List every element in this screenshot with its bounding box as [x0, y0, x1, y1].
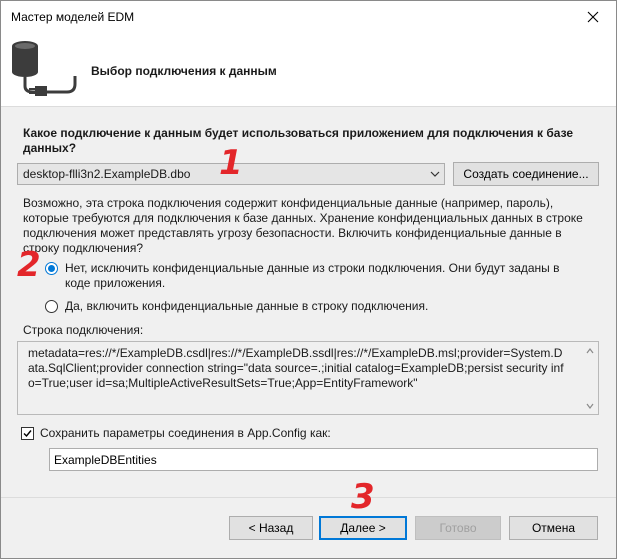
radio-label: Нет, исключить конфиденциальные данные и… [65, 261, 560, 290]
next-button[interactable]: Далее > [319, 516, 407, 540]
annotation-number-2: 2 [17, 245, 41, 285]
scroll-down-button[interactable] [581, 397, 598, 414]
cancel-button[interactable]: Отмена [509, 516, 598, 540]
database-plug-icon [12, 41, 77, 96]
radio-label: Да, включить конфиденциальные данные в с… [65, 299, 429, 313]
page-title: Выбор подключения к данным [91, 64, 277, 78]
radio-include-sensitive[interactable]: Да, включить конфиденциальные данные в с… [45, 299, 585, 314]
radio-button-checked[interactable] [45, 262, 58, 275]
edm-wizard-window: Мастер моделей EDM Выбор подключения к д… [0, 0, 617, 559]
chevron-down-icon [586, 403, 593, 409]
connection-string-box[interactable]: metadata=res://*/ExampleDB.csdl|res://*/… [17, 341, 599, 415]
save-settings-checkbox[interactable] [21, 427, 34, 440]
scroll-up-button[interactable] [581, 342, 598, 359]
connection-string-text: metadata=res://*/ExampleDB.csdl|res://*/… [28, 346, 564, 390]
entities-name-input[interactable] [54, 453, 584, 467]
back-button[interactable]: < Назад [229, 516, 313, 540]
annotation-number-1: 1 [219, 143, 243, 183]
finish-button: Готово [415, 516, 501, 540]
radio-button[interactable] [45, 300, 58, 313]
chevron-up-icon [586, 347, 593, 353]
checkmark-icon [23, 430, 32, 438]
entities-name-field[interactable] [49, 448, 598, 471]
title-bar: Мастер моделей EDM [1, 1, 616, 33]
save-settings-row[interactable]: Сохранить параметры соединения в App.Con… [21, 426, 331, 440]
footer-divider [1, 497, 616, 498]
chevron-down-icon [430, 171, 440, 177]
connection-string-label: Строка подключения: [23, 323, 144, 337]
radio-exclude-sensitive[interactable]: Нет, исключить конфиденциальные данные и… [45, 261, 585, 291]
create-connection-button[interactable]: Создать соединение... [453, 162, 599, 186]
close-button[interactable] [570, 1, 616, 33]
connection-dropdown-value: desktop-flli3n2.ExampleDB.dbo [23, 167, 191, 181]
close-icon [587, 11, 599, 23]
connection-question: Какое подключение к данным будет использ… [23, 126, 574, 155]
save-settings-label: Сохранить параметры соединения в App.Con… [40, 426, 331, 440]
window-title: Мастер моделей EDM [11, 10, 135, 24]
wizard-header: Выбор подключения к данным [1, 33, 616, 107]
annotation-number-3: 3 [351, 477, 375, 517]
sensitive-data-warning: Возможно, эта строка подключения содержи… [23, 196, 583, 255]
vertical-scrollbar[interactable] [581, 342, 598, 414]
